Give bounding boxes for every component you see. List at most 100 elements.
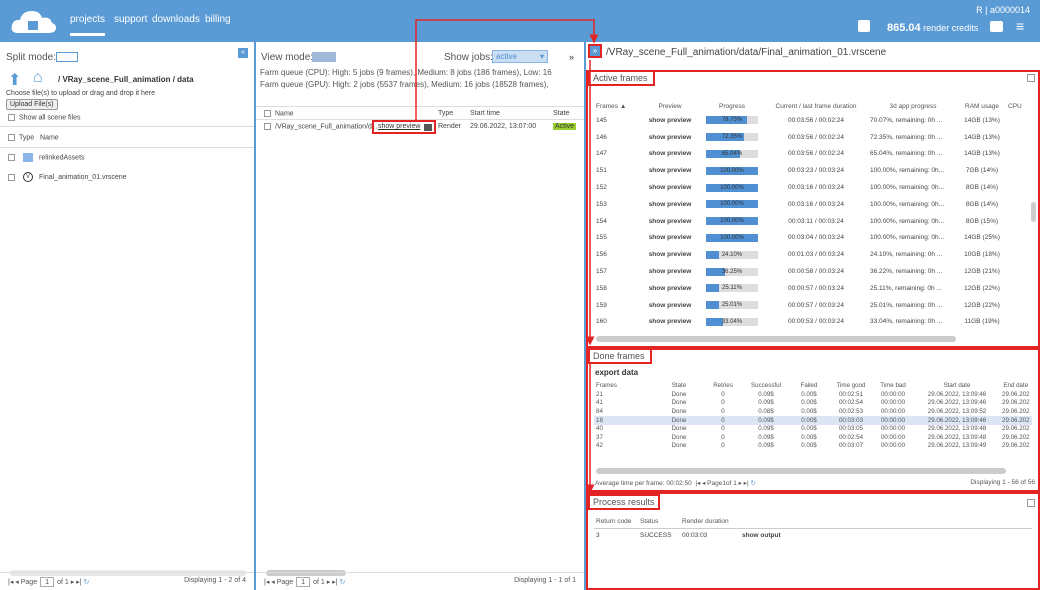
page-input[interactable]: 1 — [296, 577, 311, 587]
logo-icon[interactable] — [10, 5, 58, 37]
select-all-checkbox[interactable] — [8, 134, 15, 141]
show-preview-link[interactable]: show preview — [640, 263, 700, 280]
table-row: 3 SUCCESS 00:03:03 show output — [596, 532, 1026, 539]
show-preview-link[interactable]: show preview — [640, 162, 700, 179]
nav-billing[interactable]: billing — [205, 14, 231, 25]
show-preview-link[interactable]: show preview — [640, 112, 700, 129]
col-preview[interactable]: Preview — [640, 100, 700, 112]
table-row[interactable]: 152 show preview 100.00% 00:03:16 / 00:0… — [594, 179, 1024, 196]
col-time-good[interactable]: Time good — [830, 382, 872, 391]
col-cpu[interactable]: CPU — [1006, 100, 1024, 112]
file-name[interactable]: Final_animation_01.vrscene — [39, 174, 127, 181]
collapse-icon[interactable] — [1027, 499, 1035, 507]
table-row[interactable]: 145 show preview 78.75% 00:03:56 / 00:02… — [594, 112, 1024, 129]
vertical-scrollbar[interactable] — [1031, 202, 1036, 222]
breadcrumb[interactable]: / VRay_scene_Full_animation / data — [58, 75, 194, 84]
col-ram[interactable]: RAM usage — [958, 100, 1006, 112]
table-row[interactable]: 146 show preview 72.35% 00:03:56 / 00:02… — [594, 129, 1024, 146]
view-mode-icon[interactable] — [312, 52, 336, 62]
col-frames[interactable]: Frames ▲ — [594, 100, 640, 112]
refresh-icon[interactable]: ↻ — [339, 579, 345, 586]
col-time-bad[interactable]: Time bad — [872, 382, 914, 391]
show-preview-link[interactable]: show preview — [640, 196, 700, 213]
show-output-link[interactable]: show output — [742, 532, 781, 539]
table-row[interactable]: 159 show preview 25.01% 00:00:57 / 00:03… — [594, 297, 1024, 314]
show-all-checkbox[interactable] — [8, 114, 15, 121]
table-row[interactable]: 157 show preview 36.25% 00:00:58 / 00:03… — [594, 263, 1024, 280]
col-duration[interactable]: Current / last frame duration — [764, 100, 868, 112]
col-successful[interactable]: Successful — [744, 382, 788, 391]
col-end-date[interactable]: End date — [1000, 382, 1032, 391]
table-row[interactable]: 42 Done 0 0.09$ 0.00$ 00:03:07 00:00:00 29.06.2… — [594, 442, 1032, 451]
table-row[interactable]: 18 Done 0 0.09$ 0.00$ 00:03:03 00:00:00 29.06.2… — [594, 416, 1032, 425]
list-item[interactable]: relinkedAssets — [8, 153, 85, 162]
file-name[interactable]: relinkedAssets — [39, 154, 85, 161]
nav-support[interactable]: support — [114, 14, 147, 25]
table-row[interactable]: 155 show preview 100.00% 00:03:04 / 00:0… — [594, 230, 1024, 247]
app-progress: 70.07%, remaining: 0h ... — [870, 116, 943, 124]
refresh-icon[interactable]: ↻ — [750, 480, 755, 487]
show-preview-link[interactable]: show preview — [640, 129, 700, 146]
home-icon[interactable]: ⌂ — [33, 69, 43, 87]
up-arrow-icon[interactable]: ⬆ — [8, 70, 21, 90]
show-preview-link[interactable]: show preview — [640, 280, 700, 297]
frame-duration: 00:03:56 / 00:02:24 — [787, 133, 845, 141]
page-input[interactable]: 1 — [40, 577, 55, 587]
table-row[interactable]: 154 show preview 100.00% 00:03:11 / 00:0… — [594, 213, 1024, 230]
col-return-code: Return code — [596, 518, 632, 525]
col-frames[interactable]: Frames — [594, 382, 656, 391]
show-jobs-select[interactable]: active ▾ — [492, 50, 548, 63]
file-browser-panel: Split mode: « ⬆ ⌂ / VRay_scene_Full_anim… — [0, 42, 256, 590]
nav-projects[interactable]: projects — [70, 14, 106, 36]
bell-icon[interactable] — [858, 20, 870, 32]
nav-downloads[interactable]: downloads — [152, 14, 200, 25]
ram-usage: 11GB (19%) — [964, 318, 1000, 326]
show-preview-link[interactable]: show preview — [640, 213, 700, 230]
show-preview-link[interactable]: show preview — [640, 314, 700, 331]
table-row[interactable]: 41 Done 0 0.09$ 0.00$ 00:02:54 00:00:00 29.06.2… — [594, 399, 1032, 408]
horizontal-scrollbar[interactable] — [596, 336, 956, 342]
pager: |◂ ◂ Page 1 of 1 ▸ ▸| ↻ Displaying 1 - 1 of… — [256, 572, 584, 590]
menu-icon[interactable]: ≡ — [1016, 19, 1024, 33]
table-row[interactable]: 21 Done 0 0.09$ 0.00$ 00:02:51 00:00:00 29.06.2… — [594, 391, 1032, 400]
expand-icon[interactable]: » — [569, 52, 574, 62]
col-state[interactable]: State — [656, 382, 702, 391]
show-preview-link[interactable]: show preview — [640, 246, 700, 263]
list-item[interactable]: V Final_animation_01.vrscene — [8, 172, 127, 182]
table-row[interactable]: 156 show preview 24.10% 00:01:03 / 00:03… — [594, 246, 1024, 263]
upload-button[interactable]: Upload File(s) — [6, 99, 58, 110]
chat-icon[interactable] — [990, 21, 1003, 32]
table-row[interactable]: 160 show preview 33.04% 00:00:53 / 00:03… — [594, 314, 1024, 331]
show-preview-link[interactable]: show preview — [640, 297, 700, 314]
col-retries[interactable]: Retries — [702, 382, 744, 391]
export-data-link[interactable]: export data — [595, 368, 638, 377]
col-3d-progress[interactable]: 3d app progress — [868, 100, 958, 112]
table-row[interactable]: 151 show preview 100.00% 00:03:23 / 00:0… — [594, 162, 1024, 179]
col-start-date[interactable]: Start date — [914, 382, 1000, 391]
show-preview-link[interactable]: show preview — [640, 146, 700, 163]
done-cell: 0.09$ — [744, 416, 788, 425]
table-row[interactable]: 37 Done 0 0.09$ 0.00$ 00:02:54 00:00:00 29.06.2… — [594, 434, 1032, 443]
collapse-icon[interactable]: « — [238, 48, 248, 58]
done-cell: 29.06.2022, 13:09:48 — [927, 425, 987, 433]
table-row[interactable]: 84 Done 0 0.08$ 0.00$ 00:02:53 00:00:00 29.06.2… — [594, 408, 1032, 417]
select-all-checkbox[interactable] — [264, 110, 271, 117]
show-preview-link[interactable]: show preview — [640, 179, 700, 196]
done-cell: 0.00$ — [801, 442, 817, 450]
done-frames-title: Done frames — [588, 348, 652, 364]
table-row[interactable]: 153 show preview 100.00% 00:03:16 / 00:0… — [594, 196, 1024, 213]
job-name[interactable]: /VRay_scene_Full_animation/d... — [275, 123, 378, 130]
col-progress[interactable]: Progress — [700, 100, 764, 112]
expand-button[interactable]: » — [588, 44, 602, 58]
horizontal-scrollbar[interactable] — [596, 468, 1006, 474]
done-cell: 84 — [596, 408, 603, 416]
collapse-icon[interactable] — [1027, 74, 1035, 82]
table-row[interactable]: 147 show preview 65.04% 00:03:56 / 00:02… — [594, 146, 1024, 163]
table-row[interactable]: 40 Done 0 0.09$ 0.00$ 00:03:05 00:00:00 29.06.2… — [594, 425, 1032, 434]
split-mode-icon[interactable] — [56, 52, 78, 62]
table-row[interactable]: 158 show preview 25.11% 00:00:57 / 00:03… — [594, 280, 1024, 297]
user-id[interactable]: R | a0000014 — [976, 5, 1030, 15]
show-preview-link[interactable]: show preview — [640, 230, 700, 247]
col-failed[interactable]: Failed — [788, 382, 830, 391]
refresh-icon[interactable]: ↻ — [83, 579, 89, 586]
